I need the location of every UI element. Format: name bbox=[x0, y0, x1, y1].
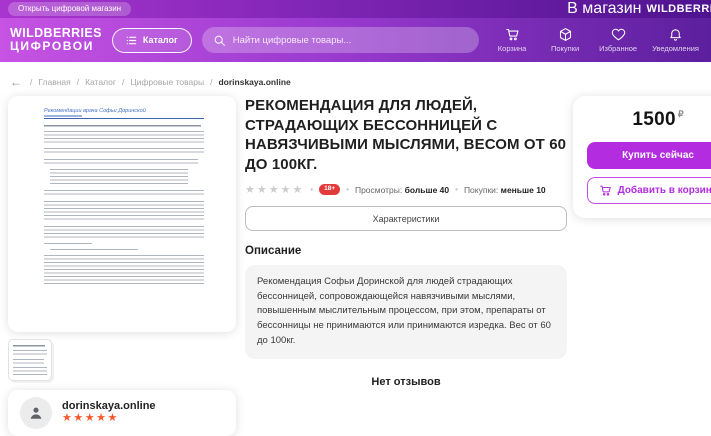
currency-symbol: ₽ bbox=[678, 109, 684, 119]
to-store-brand: WILDBERRIES bbox=[647, 3, 711, 15]
characteristics-button[interactable]: Характеристики bbox=[245, 206, 567, 231]
doc-divider bbox=[44, 118, 204, 119]
breadcrumb-separator: / bbox=[210, 77, 212, 87]
breadcrumb-home[interactable]: Главная bbox=[38, 77, 70, 87]
seller-name: dorinskaya.online bbox=[62, 400, 156, 412]
nav-cart-label: Корзина bbox=[498, 44, 527, 53]
nav-purchases[interactable]: Покупки bbox=[546, 27, 584, 53]
bell-icon bbox=[668, 27, 683, 42]
preview-thumbnail[interactable] bbox=[8, 339, 52, 381]
product-title: РЕКОМЕНДАЦИЯ ДЛЯ ЛЮДЕЙ, СТРАДАЮЩИХ БЕССО… bbox=[245, 96, 567, 174]
thumb-text-placeholder bbox=[13, 345, 45, 347]
thumb-text-placeholder bbox=[13, 359, 44, 364]
wildberries-digital-logo[interactable]: WILDBERRIES ЦИФРОВОИ bbox=[10, 27, 102, 53]
package-icon bbox=[558, 27, 573, 42]
open-digital-store-button[interactable]: Открыть цифровой магазин bbox=[8, 2, 131, 16]
nav-notifications[interactable]: Уведомления bbox=[652, 27, 699, 53]
nav-favorites[interactable]: Избранное bbox=[599, 27, 637, 53]
header-nav: Корзина Покупки Избранное bbox=[493, 27, 699, 53]
doc-text-placeholder bbox=[44, 255, 204, 285]
main-content: Рекомендации врача Софьи Доринской bbox=[8, 96, 711, 436]
cart-icon bbox=[505, 27, 520, 42]
doc-text-placeholder bbox=[44, 226, 204, 239]
to-store-link[interactable]: В магазин WILDBERRIES bbox=[567, 0, 711, 18]
to-store-label: В магазин bbox=[567, 0, 641, 18]
breadcrumb: ← / Главная / Каталог / Цифровые товары … bbox=[10, 76, 711, 88]
views-value: больше 40 bbox=[405, 185, 449, 195]
thumb-text-placeholder bbox=[13, 367, 47, 375]
doc-subheading-placeholder bbox=[44, 115, 82, 117]
add-to-cart-label: Добавить в корзину bbox=[618, 185, 711, 196]
thumb-text-placeholder bbox=[13, 350, 47, 356]
doc-text-placeholder bbox=[44, 125, 201, 127]
product-meta-row: ★★★★★ • 18+ • Просмотры: больше 40 • Пок… bbox=[245, 183, 567, 196]
main-header: WILDBERRIES ЦИФРОВОИ Каталог Корзина bbox=[0, 18, 711, 62]
doc-text-placeholder bbox=[50, 169, 188, 186]
list-icon bbox=[126, 35, 137, 46]
nav-cart[interactable]: Корзина bbox=[493, 27, 531, 53]
meta-dot: • bbox=[346, 185, 349, 194]
doc-text-placeholder bbox=[50, 249, 138, 251]
top-strip: Открыть цифровой магазин В магазин WILDB… bbox=[0, 0, 711, 18]
breadcrumb-separator: / bbox=[77, 77, 79, 87]
avatar bbox=[20, 397, 52, 429]
breadcrumb-current: dorinskaya.online bbox=[218, 77, 290, 87]
cart-icon bbox=[599, 184, 612, 197]
nav-purchases-label: Покупки bbox=[551, 44, 579, 53]
page: Открыть цифровой магазин В магазин WILDB… bbox=[0, 0, 711, 436]
meta-dot: • bbox=[310, 185, 313, 194]
doc-text-placeholder bbox=[44, 159, 198, 165]
back-arrow-icon[interactable]: ← bbox=[10, 76, 22, 88]
buy-now-button[interactable]: Купить сейчас bbox=[587, 142, 711, 169]
breadcrumb-separator: / bbox=[122, 77, 124, 87]
purchases-value: меньше 10 bbox=[501, 185, 546, 195]
rating-stars: ★★★★★ bbox=[245, 183, 304, 196]
purchases-stat: Покупки: меньше 10 bbox=[464, 185, 546, 195]
doc-text-placeholder bbox=[44, 148, 204, 155]
views-label: Просмотры: bbox=[355, 185, 402, 195]
price-value: 1500 bbox=[632, 109, 675, 130]
heart-icon bbox=[611, 27, 626, 42]
purchase-card: 1500₽ Купить сейчас Добавить в корзину bbox=[573, 96, 711, 218]
doc-heading: Рекомендации врача Софьи Доринской bbox=[44, 108, 204, 114]
breadcrumb-catalog[interactable]: Каталог bbox=[85, 77, 116, 87]
nav-notifications-label: Уведомления bbox=[652, 44, 699, 53]
doc-text-placeholder bbox=[44, 201, 204, 222]
breadcrumb-digital-goods[interactable]: Цифровые товары bbox=[130, 77, 204, 87]
nav-favorites-label: Избранное bbox=[599, 44, 637, 53]
logo-line2: ЦИФРОВОИ bbox=[10, 40, 102, 53]
seller-card[interactable]: dorinskaya.online ★★★★★ bbox=[8, 390, 236, 436]
meta-dot: • bbox=[455, 185, 458, 194]
add-to-cart-button[interactable]: Добавить в корзину bbox=[587, 177, 711, 204]
breadcrumb-separator: / bbox=[30, 77, 32, 87]
person-icon bbox=[27, 404, 45, 422]
media-column: Рекомендации врача Софьи Доринской bbox=[8, 96, 236, 436]
search-icon bbox=[213, 34, 226, 47]
age-badge: 18+ bbox=[319, 184, 340, 195]
views-stat: Просмотры: больше 40 bbox=[355, 185, 449, 195]
catalog-button-label: Каталог bbox=[143, 35, 178, 45]
purchase-column: 1500₽ Купить сейчас Добавить в корзину bbox=[573, 96, 711, 218]
purchases-label: Покупки: bbox=[464, 185, 498, 195]
no-reviews-label: Нет отзывов bbox=[245, 376, 567, 388]
product-preview-image[interactable]: Рекомендации врача Софьи Доринской bbox=[8, 96, 236, 332]
description-text: Рекомендация Софьи Доринской для людей с… bbox=[245, 265, 567, 359]
catalog-button[interactable]: Каталог bbox=[112, 28, 192, 53]
seller-info: dorinskaya.online ★★★★★ bbox=[62, 400, 156, 425]
description-heading: Описание bbox=[245, 245, 567, 257]
doc-text-placeholder bbox=[44, 131, 204, 144]
product-info-column: РЕКОМЕНДАЦИЯ ДЛЯ ЛЮДЕЙ, СТРАДАЮЩИХ БЕССО… bbox=[245, 96, 567, 388]
doc-text-placeholder bbox=[44, 190, 204, 197]
price-row: 1500₽ bbox=[587, 109, 711, 131]
seller-rating-stars: ★★★★★ bbox=[62, 412, 156, 425]
doc-text-placeholder bbox=[44, 243, 92, 245]
search-input[interactable] bbox=[233, 35, 468, 46]
search-bar[interactable] bbox=[202, 27, 479, 53]
